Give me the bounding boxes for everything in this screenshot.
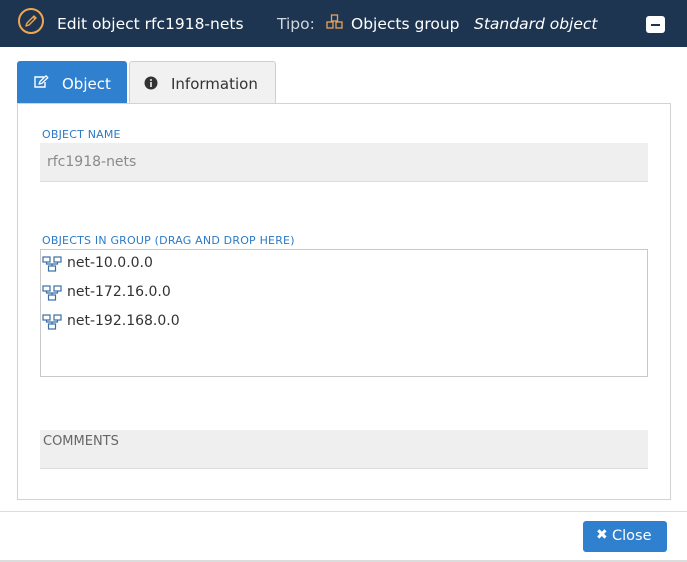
- group-item-label: net-10.0.0.0: [67, 255, 153, 271]
- minimize-button[interactable]: [646, 16, 665, 33]
- object-name-input[interactable]: [40, 143, 648, 182]
- object-name-label: OBJECT NAME: [42, 128, 121, 141]
- dialog-header: Edit object rfc1918-nets Tipo: Objects g…: [0, 0, 687, 47]
- close-button[interactable]: ✖ Close: [583, 521, 667, 552]
- dialog-title: Edit object rfc1918-nets: [57, 15, 244, 33]
- objects-group-icon: [326, 14, 344, 34]
- object-type: Objects group: [351, 15, 460, 33]
- footer-divider: [0, 511, 687, 512]
- edit-square-icon: [33, 75, 49, 93]
- tab-object-label: Object: [62, 75, 111, 93]
- network-icon: [42, 314, 62, 330]
- tipo-label: Tipo:: [277, 15, 315, 33]
- object-subtype: Standard object: [474, 15, 598, 33]
- minus-icon: [651, 24, 660, 26]
- comments-label: COMMENTS: [43, 434, 119, 449]
- network-icon: [42, 285, 62, 301]
- edit-pencil-icon: [18, 8, 44, 34]
- tab-information-label: Information: [171, 75, 258, 93]
- close-button-label: Close: [612, 528, 652, 544]
- group-item-label: net-192.168.0.0: [67, 313, 180, 329]
- tab-information[interactable]: Information: [129, 61, 276, 104]
- group-item-label: net-172.16.0.0: [67, 284, 171, 300]
- info-circle-icon: [144, 76, 158, 94]
- tab-object[interactable]: Object: [17, 61, 127, 104]
- comments-field[interactable]: [40, 430, 648, 469]
- objects-in-group-label: OBJECTS IN GROUP (DRAG AND DROP HERE): [42, 234, 295, 247]
- network-icon: [42, 256, 62, 272]
- close-x-icon: ✖: [596, 527, 608, 543]
